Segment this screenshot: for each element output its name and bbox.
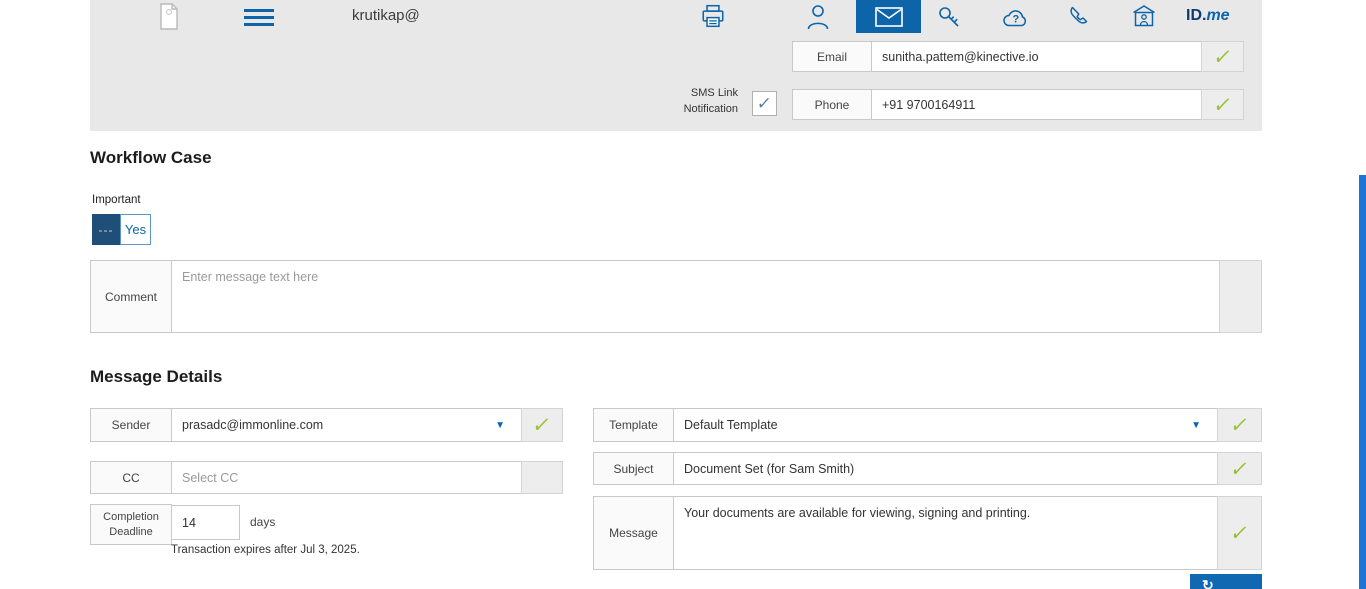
toggle-yes-segment[interactable]: Yes [120,214,151,245]
bank-tab[interactable] [1131,3,1157,29]
check-icon: ✓ [1228,521,1251,545]
menu-bar [244,9,274,12]
subject-valid-cell: ✓ [1217,452,1262,485]
idme-logo-me: me [1206,7,1229,24]
page: krutikap@ ? [0,0,1366,589]
print-icon[interactable] [700,3,726,34]
user-tab[interactable] [806,3,830,31]
email-tab-selected[interactable] [856,0,921,33]
person-icon [806,3,830,31]
document-icon[interactable] [158,3,180,35]
expiry-note: Transaction expires after Jul 3, 2025. [171,544,360,556]
message-details-title: Message Details [90,367,222,387]
email-label: Email [792,41,872,72]
subject-label: Subject [593,452,674,485]
check-icon: ✓ [1211,93,1234,117]
check-icon: ✓ [1228,413,1251,437]
phone-input[interactable] [871,89,1202,120]
message-label: Message [593,496,674,570]
toggle-off-segment[interactable]: --- [92,214,120,245]
refresh-button[interactable]: ↻ [1190,574,1262,589]
completion-deadline-input[interactable] [171,505,240,540]
sender-dropdown[interactable]: prasadc@immonline.com ▼ [171,408,522,442]
phone-tab[interactable] [1066,4,1090,28]
template-value: Default Template [684,418,778,432]
check-icon: ✓ [531,413,554,437]
comment-textarea[interactable] [171,260,1220,333]
envelope-icon [875,7,903,27]
refresh-icon: ↻ [1202,577,1214,589]
important-toggle[interactable]: --- Yes [92,214,151,245]
template-dropdown[interactable]: Default Template ▼ [673,408,1218,442]
completion-deadline-label: Completion Deadline [90,504,172,545]
comment-label: Comment [90,260,172,333]
message-valid-cell: ✓ [1217,496,1262,570]
email-input[interactable] [871,41,1202,72]
cc-label: CC [90,461,172,494]
template-label: Template [593,408,674,442]
menu-icon[interactable] [244,9,274,26]
key-tab[interactable] [936,4,962,30]
important-label: Important [92,194,141,206]
bank-icon [1131,3,1157,29]
comment-check-cell [1219,260,1262,333]
cc-check-cell [521,461,563,494]
deadline-unit-label: days [250,515,275,529]
message-textarea[interactable]: Your documents are available for viewing… [673,496,1218,570]
sender-valid-cell: ✓ [521,408,563,442]
dropdown-arrow-icon: ▼ [1191,420,1207,431]
idme-logo-id: ID. [1186,7,1206,24]
menu-bar [244,16,274,19]
sms-checkbox[interactable]: ✓ [752,91,777,116]
menu-bar [244,23,274,26]
sender-label: Sender [90,408,172,442]
username: krutikap@ [352,7,420,24]
scrollbar-thumb[interactable] [1359,175,1366,589]
check-icon: ✓ [1211,45,1234,69]
cc-input[interactable] [171,461,522,494]
key-icon [936,4,962,30]
sms-link-label: SMS Link Notification [645,86,738,118]
cloud-help-tab[interactable]: ? [1002,6,1030,28]
checkbox-check-icon: ✓ [756,94,773,114]
template-valid-cell: ✓ [1217,408,1262,442]
check-icon: ✓ [1228,457,1251,481]
email-valid-cell: ✓ [1201,41,1244,72]
phone-label: Phone [792,89,872,120]
phone-icon [1066,4,1090,28]
dropdown-arrow-icon: ▼ [495,420,511,431]
cloud-question-icon: ? [1002,6,1030,28]
subject-input[interactable] [673,452,1218,485]
workflow-case-title: Workflow Case [90,148,212,168]
phone-valid-cell: ✓ [1201,89,1244,120]
sender-value: prasadc@immonline.com [182,418,323,432]
svg-text:?: ? [1013,14,1020,26]
idme-logo[interactable]: ID.me [1186,7,1230,25]
